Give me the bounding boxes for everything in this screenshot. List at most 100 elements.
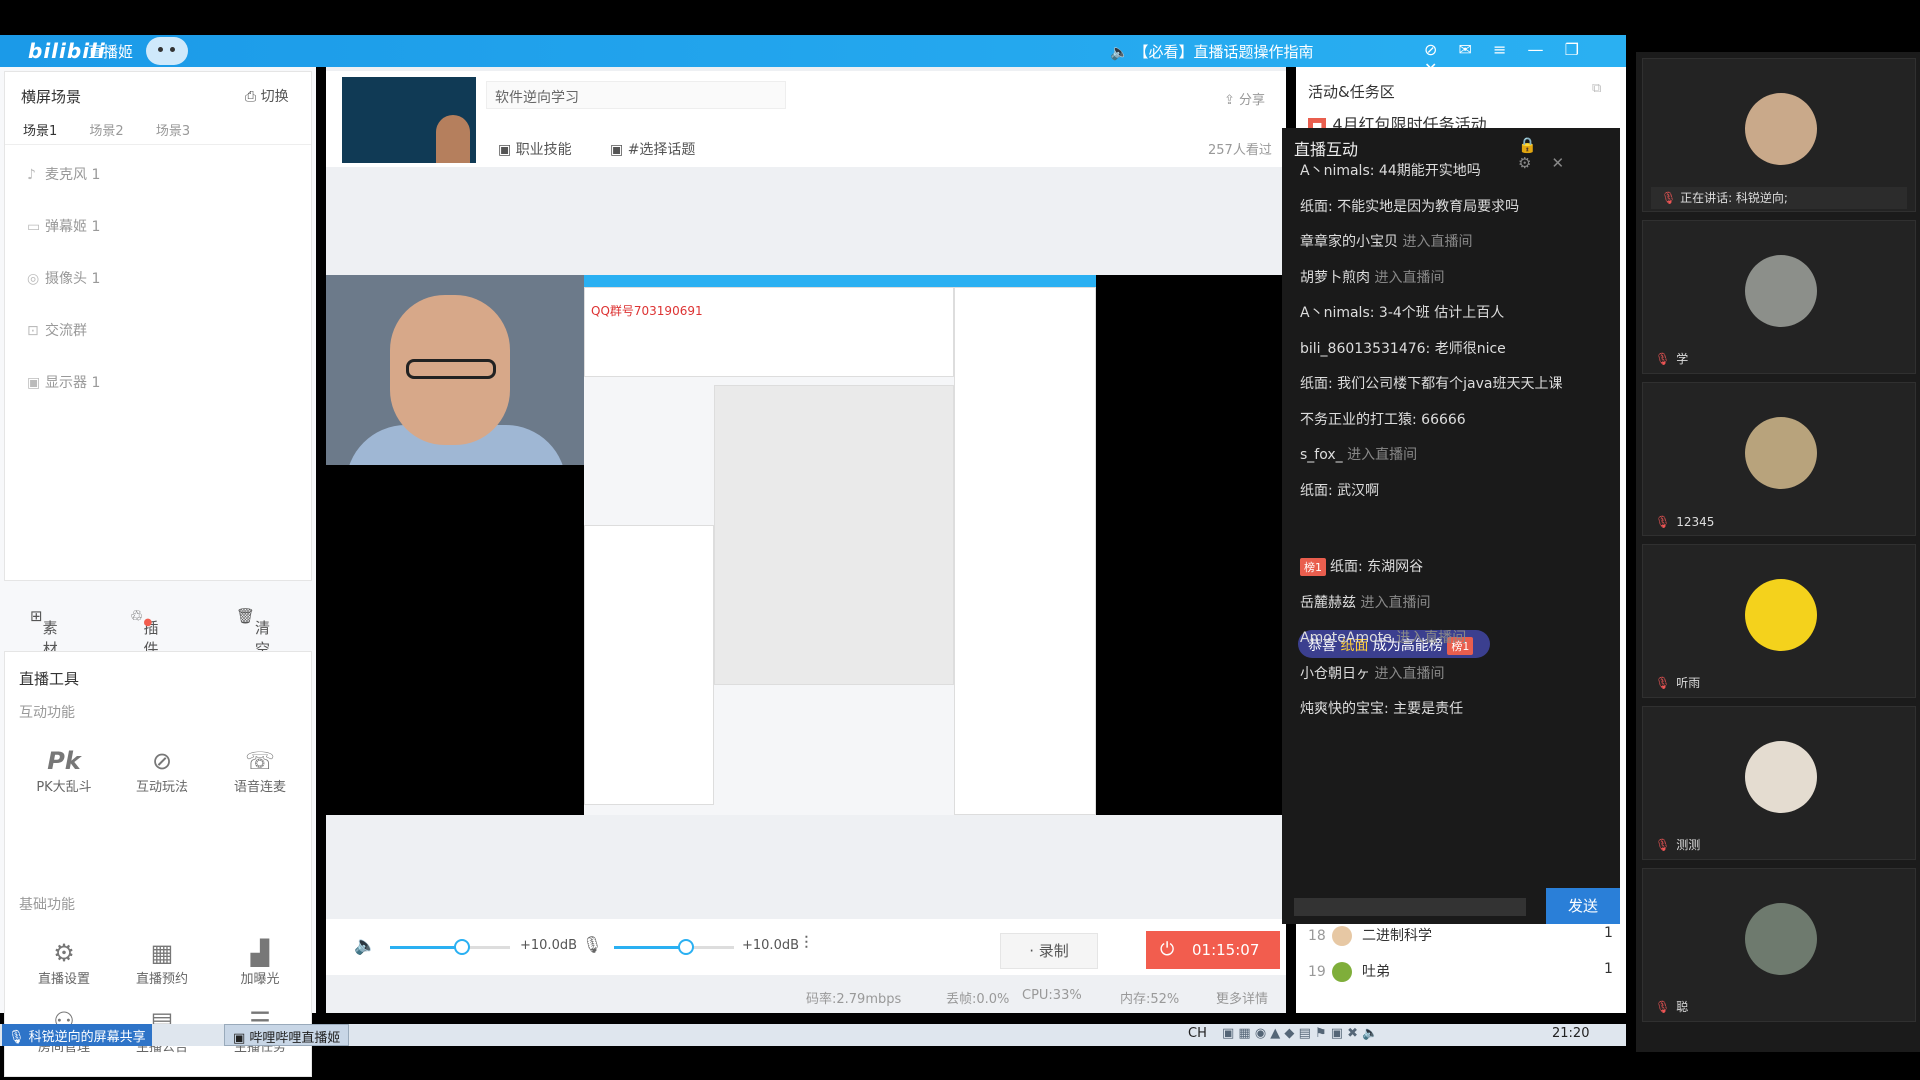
plugin-button[interactable]: ♲ 插件 ●	[130, 607, 158, 658]
chat-username[interactable]: 胡萝卜煎肉	[1300, 270, 1374, 286]
participant-tile[interactable]: 🎙 12345	[1642, 382, 1916, 536]
more-details-label: 更多详情	[1216, 992, 1269, 1007]
chat-message: AmoteAmote 进入直播间	[1300, 627, 1466, 647]
chat-message: 胡萝卜煎肉 进入直播间	[1300, 267, 1444, 287]
chat-text: 进入直播间	[1396, 630, 1467, 646]
mascot-icon	[146, 37, 188, 65]
chat-username[interactable]: 炖爽快的宝宝:	[1300, 701, 1393, 717]
speaker-icon[interactable]: 🔈	[354, 935, 376, 956]
record-button[interactable]: · 录制	[1000, 933, 1098, 969]
chat-message: 榜1 纸面: 东湖网谷	[1300, 556, 1423, 576]
tool-voice-link[interactable]: ☏ 语音连麦	[215, 746, 305, 795]
lock-icon[interactable]: 🔒	[1518, 136, 1537, 154]
source-item-mic[interactable]: ♪ 麦克风 1	[27, 164, 100, 184]
rank-number: 18	[1308, 928, 1326, 944]
maximize-icon[interactable]: ❐	[1565, 40, 1579, 59]
mic-icon: ♪	[27, 167, 36, 183]
settings-icon: ⚙	[53, 939, 75, 967]
mic-volume-knob[interactable]	[678, 939, 694, 955]
participant-tile[interactable]: 🎙 听雨	[1642, 544, 1916, 698]
status-icon[interactable]: ⊘	[1424, 40, 1437, 59]
live-toggle-button[interactable]: ⏻ 01:15:07	[1146, 931, 1280, 969]
chat-username[interactable]: 纸面:	[1330, 559, 1367, 575]
guide-notice-link[interactable]: 🔈 【必看】直播话题操作指南	[1110, 41, 1313, 62]
rank-count: 1	[1604, 961, 1613, 977]
chat-username[interactable]: 纸面:	[1300, 483, 1337, 499]
mic-toggle-icon[interactable]: 🎙	[582, 935, 602, 954]
share-label: 分享	[1239, 93, 1266, 108]
source-label: 弹幕姬 1	[45, 219, 101, 235]
tool-pk[interactable]: Pk PK大乱斗	[19, 746, 109, 795]
share-button[interactable]: ⇪ 分享	[1224, 89, 1265, 108]
source-item-monitor[interactable]: ▣ 显示器 1	[27, 372, 100, 392]
participant-tile[interactable]: 🎙 聪	[1642, 868, 1916, 1022]
taskbar-screen-share[interactable]: 🎙 科锐逆向的屏幕共享	[2, 1024, 152, 1046]
gear-icon[interactable]: ⚙	[1518, 154, 1531, 172]
tool-schedule[interactable]: ▦ 直播预约	[117, 938, 207, 987]
popout-icon[interactable]: ⧉	[1592, 81, 1601, 96]
chat-message: 不务正业的打工猿: 66666	[1300, 409, 1466, 429]
participant-tile[interactable]: 🎙 正在讲话: 科锐逆向;	[1642, 58, 1916, 212]
tab-scene-2[interactable]: 场景2	[89, 120, 123, 139]
mixer-icon[interactable]: ⫶	[804, 933, 809, 954]
viewer-count: 257人看过	[1208, 143, 1272, 158]
chat-username[interactable]: 纸面:	[1300, 376, 1337, 392]
source-item-camera[interactable]: ◎ 摄像头 1	[27, 268, 100, 288]
switch-button[interactable]: ⎙ 切换	[245, 86, 289, 106]
bitrate-stat: 码率:2.79mbps	[806, 992, 902, 1007]
mem-stat: 内存:52%	[1120, 992, 1180, 1007]
close-icon[interactable]: ✕	[1551, 154, 1564, 172]
skill-tag-button[interactable]: ▣ 职业技能	[498, 139, 572, 159]
chat-username[interactable]: 章章家的小宝贝	[1300, 234, 1402, 250]
topic-tag-button[interactable]: ▣ #选择话题	[610, 139, 695, 159]
chat-text: 66666	[1421, 411, 1466, 428]
mic-volume-slider[interactable]	[614, 939, 734, 955]
stream-title-input[interactable]: 软件逆向学习	[486, 81, 786, 109]
input-language[interactable]: CH	[1188, 1026, 1207, 1041]
speaking-indicator: 🎙 正在讲话: 科锐逆向;	[1651, 187, 1907, 209]
chat-username[interactable]: 小仓朝日ヶ	[1300, 666, 1374, 682]
chat-username[interactable]: 不务正业的打工猿:	[1300, 412, 1421, 428]
chat-input[interactable]	[1294, 898, 1526, 916]
minimize-icon[interactable]: —	[1528, 40, 1544, 59]
chat-username[interactable]: 纸面:	[1300, 199, 1337, 215]
participants-panel: 🎙 正在讲话: 科锐逆向; 🎙 学 🎙 12345 🎙 听雨 🎙 测测 🎙 聪	[1636, 52, 1920, 1052]
tool-live-settings[interactable]: ⚙ 直播设置	[19, 938, 109, 987]
camera-icon: ◎	[27, 271, 40, 287]
send-button[interactable]: 发送	[1546, 888, 1620, 924]
rank-row[interactable]: 18 二进制科学 1	[1308, 925, 1613, 946]
taskbar-app-button[interactable]: ▣ 哔哩哔哩直播姬	[224, 1024, 350, 1046]
clear-button[interactable]: 🗑 清空	[236, 607, 270, 658]
tray-icons[interactable]: ▣ ▦ ◉ ▲ ◆ ▤ ⚑ ▣ ✖ 🔈	[1222, 1026, 1378, 1041]
tool-boost[interactable]: ▟ 加曝光	[215, 938, 305, 987]
chat-username[interactable]: 岳麓赫兹	[1300, 595, 1360, 611]
inner-left-panel	[584, 525, 714, 805]
app-titlebar: bilibili 直播姬 🔈 【必看】直播话题操作指南 ⊘ ✉ ≡ — ❐ ✕	[0, 35, 1626, 78]
participant-tile[interactable]: 🎙 测测	[1642, 706, 1916, 860]
participant-tile[interactable]: 🎙 学	[1642, 220, 1916, 374]
mail-icon[interactable]: ✉	[1459, 40, 1472, 59]
more-details-link[interactable]: 更多详情 ›	[1216, 988, 1268, 1007]
scene-tabs: 场景1 场景2 场景3	[23, 120, 218, 139]
speaker-volume-slider[interactable]	[390, 939, 510, 955]
app-name: 直播姬	[88, 43, 134, 61]
menu-icon[interactable]: ≡	[1493, 40, 1506, 59]
chat-username[interactable]: s_fox_	[1300, 447, 1347, 463]
scene-toolbar: ⊞ 素材 ♲ 插件 ● 🗑 清空	[4, 597, 312, 658]
speaker-volume-knob[interactable]	[454, 939, 470, 955]
cover-thumbnail[interactable]	[342, 77, 476, 163]
tab-scene-3[interactable]: 场景3	[156, 120, 190, 139]
tab-scene-1[interactable]: 场景1	[23, 120, 57, 139]
chat-username[interactable]: A丶nimals:	[1300, 163, 1379, 179]
rank-row[interactable]: 19 吐弟 1	[1308, 961, 1613, 982]
chat-username[interactable]: A丶nimals:	[1300, 305, 1379, 321]
material-button[interactable]: ⊞ 素材	[30, 607, 58, 658]
source-item-danmaku[interactable]: ▭ 弹幕姬 1	[27, 216, 100, 236]
tool-interactive-play[interactable]: ⊘ 互动玩法	[117, 746, 207, 795]
chat-username[interactable]: AmoteAmote	[1300, 630, 1396, 646]
drop-stat: 丢帧:0.0%	[946, 992, 1010, 1007]
chat-text: 进入直播间	[1374, 665, 1445, 682]
avatar	[1745, 579, 1817, 651]
chat-username[interactable]: bili_86013531476:	[1300, 341, 1435, 357]
source-item-group[interactable]: ⊡ 交流群	[27, 320, 87, 340]
